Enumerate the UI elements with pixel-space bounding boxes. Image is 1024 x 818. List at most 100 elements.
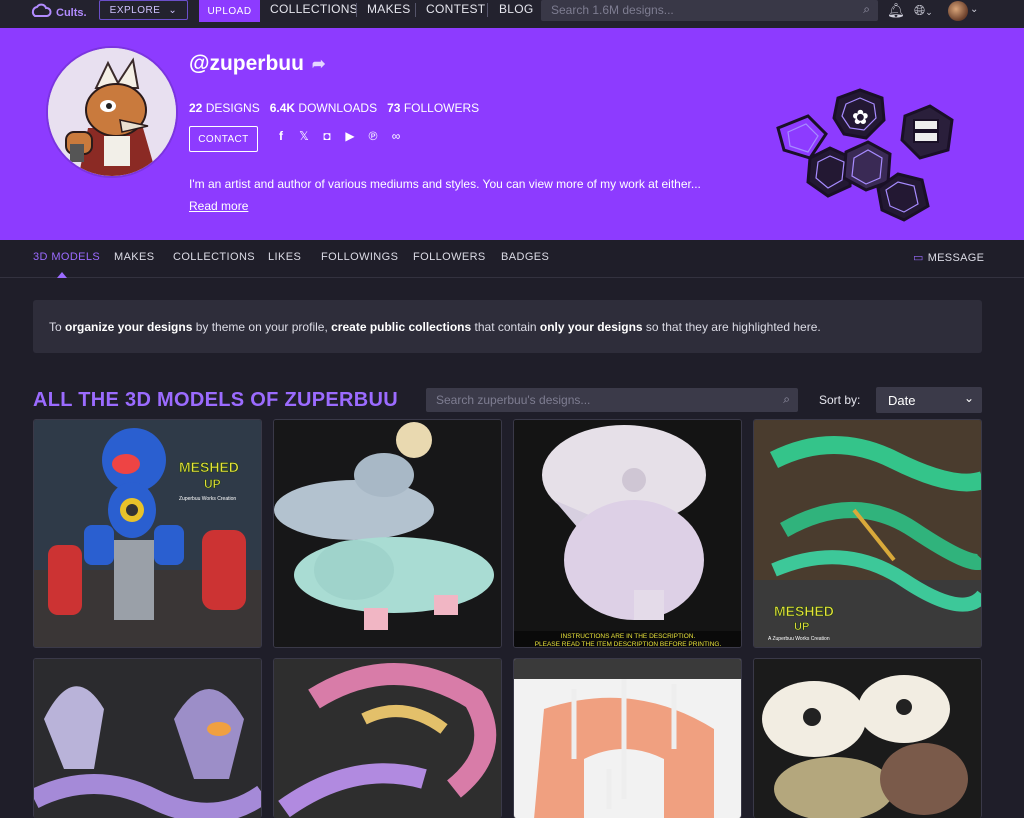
badge-flower-glyph: ✿: [852, 105, 869, 129]
share-icon[interactable]: ➦: [312, 54, 325, 74]
design-thumbnail: [754, 659, 981, 818]
profile-handle: @zuperbuu ➦: [189, 52, 325, 76]
designs-count: 22: [189, 101, 203, 115]
tip-text: by theme on your profile,: [192, 320, 332, 334]
tab-followings[interactable]: FOLLOWINGS: [321, 251, 398, 263]
link-icon[interactable]: ∞: [389, 129, 403, 143]
sort-select[interactable]: Date ⌄: [876, 387, 982, 413]
nav-separator: [356, 3, 357, 17]
tip-text: To: [49, 320, 66, 334]
search-icon[interactable]: ⌕: [863, 2, 870, 17]
tab-makes[interactable]: MAKES: [114, 251, 155, 263]
cults-logo[interactable]: Cults.: [30, 2, 87, 24]
tip-bold: organize your designs: [65, 320, 193, 334]
design-thumbnail: MESHED UP A Zuperbuu Works Creation: [754, 420, 981, 647]
contact-button[interactable]: CONTACT: [189, 126, 258, 152]
search-icon[interactable]: ⌕: [783, 392, 790, 407]
designs-search-placeholder: Search zuperbuu's designs...: [436, 393, 591, 407]
design-thumbnail: INSTRUCTIONS ARE IN THE DESCRIPTION. PLE…: [514, 420, 741, 647]
stat-downloads: 6.4K DOWNLOADS: [270, 101, 377, 115]
global-search-input[interactable]: Search 1.6M designs... ⌕: [541, 0, 878, 21]
chevron-down-icon: ⌄: [963, 391, 974, 405]
design-card[interactable]: [273, 658, 502, 818]
design-card[interactable]: [513, 658, 742, 818]
design-card[interactable]: [33, 658, 262, 818]
tab-likes[interactable]: LIKES: [268, 251, 301, 263]
profile-tabs: 3D MODELS MAKES COLLECTIONS LIKES FOLLOW…: [0, 240, 1024, 278]
nav-link-blog[interactable]: BLOG: [499, 2, 534, 16]
design-card[interactable]: MESHED UP A Zuperbuu Works Creation: [753, 419, 982, 648]
tip-text: that contain: [471, 320, 540, 334]
svg-text:MESHED: MESHED: [179, 459, 239, 475]
tab-badges[interactable]: BADGES: [501, 251, 549, 263]
designs-label: DESIGNS: [205, 101, 260, 115]
upload-button[interactable]: UPLOAD: [199, 0, 260, 22]
message-label: MESSAGE: [927, 251, 985, 264]
profile-badges: ✿: [776, 88, 954, 222]
chevron-down-icon[interactable]: ⌄: [970, 4, 978, 15]
nav-link-collections[interactable]: COLLECTIONS: [270, 2, 358, 16]
profile-banner: @zuperbuu ➦ 22 DESIGNS 6.4K DOWNLOADS 73…: [0, 28, 1024, 240]
profile-avatar: [46, 46, 178, 178]
x-icon[interactable]: 𝕏: [297, 129, 311, 143]
designs-search-input[interactable]: Search zuperbuu's designs... ⌕: [426, 388, 798, 412]
chevron-down-icon: ⌄: [168, 4, 178, 16]
profile-stats: 22 DESIGNS 6.4K DOWNLOADS 73 FOLLOWERS: [189, 101, 479, 115]
followers-label: FOLLOWERS: [403, 101, 480, 115]
stat-designs[interactable]: 22 DESIGNS: [189, 101, 260, 115]
sort-label: Sort by:: [819, 393, 861, 407]
design-card[interactable]: [273, 419, 502, 648]
design-card[interactable]: INSTRUCTIONS ARE IN THE DESCRIPTION. PLE…: [513, 419, 742, 648]
tip-bold: create public collections: [331, 320, 472, 334]
downloads-count: 6.4K: [269, 101, 296, 115]
facebook-icon[interactable]: f: [274, 129, 288, 143]
profile-bio: I'm an artist and author of various medi…: [189, 177, 701, 191]
followers-count: 73: [387, 101, 401, 115]
user-avatar[interactable]: [948, 1, 968, 21]
tip-bold: only your designs: [539, 320, 643, 334]
nav-link-makes[interactable]: MAKES: [367, 2, 411, 16]
collections-tip: To organize your designs by theme on you…: [33, 300, 982, 353]
nav-separator: [487, 3, 488, 17]
tab-followers[interactable]: FOLLOWERS: [413, 251, 486, 263]
tab-3d-models[interactable]: 3D MODELS: [33, 251, 100, 263]
card-caption: INSTRUCTIONS ARE IN THE DESCRIPTION.: [561, 633, 696, 640]
design-thumbnail: MESHED UP Zuperbuu Works Creation: [34, 420, 261, 647]
social-links: f 𝕏 ◘ ▶ ℗ ∞: [274, 129, 403, 143]
bell-icon[interactable]: 🔔︎: [887, 2, 905, 19]
active-tab-indicator: [57, 272, 67, 278]
contact-label: CONTACT: [198, 133, 249, 145]
chat-icon: ▭: [913, 252, 924, 264]
sort-value: Date: [888, 393, 916, 408]
avatar-illustration: [48, 48, 176, 176]
nav-link-contest[interactable]: CONTEST: [426, 2, 485, 16]
globe-icon[interactable]: 🌐︎⌄: [914, 2, 933, 19]
design-thumbnail: [34, 659, 261, 818]
brand-name: Cults.: [56, 7, 87, 19]
top-navbar: Cults. EXPLORE ⌄ UPLOAD COLLECTIONS MAKE…: [0, 0, 1024, 28]
stat-followers[interactable]: 73 FOLLOWERS: [387, 101, 479, 115]
instagram-icon[interactable]: ◘: [320, 129, 334, 143]
svg-text:UP: UP: [204, 477, 221, 491]
nav-separator: [415, 3, 416, 17]
handle-text: @zuperbuu: [189, 52, 304, 75]
design-card[interactable]: [753, 658, 982, 818]
downloads-label: DOWNLOADS: [298, 101, 378, 115]
explore-label: EXPLORE: [109, 4, 161, 16]
svg-text:Zuperbuu Works Creation: Zuperbuu Works Creation: [179, 496, 236, 502]
design-thumbnail: [274, 420, 501, 647]
tip-text: so that they are highlighted here.: [642, 320, 821, 334]
design-card[interactable]: MESHED UP Zuperbuu Works Creation: [33, 419, 262, 648]
cults-logo-icon: [31, 3, 52, 17]
design-thumbnail: [274, 659, 501, 818]
design-thumbnail: [514, 659, 741, 818]
tab-collections[interactable]: COLLECTIONS: [173, 251, 255, 263]
svg-text:A Zuperbuu Works Creation: A Zuperbuu Works Creation: [768, 636, 830, 642]
svg-text:UP: UP: [794, 621, 809, 633]
youtube-icon[interactable]: ▶: [343, 129, 357, 143]
read-more-link[interactable]: Read more: [189, 199, 248, 213]
patreon-icon[interactable]: ℗: [366, 129, 380, 143]
explore-button[interactable]: EXPLORE ⌄: [99, 0, 188, 20]
svg-text:MESHED: MESHED: [774, 603, 834, 619]
message-button[interactable]: ▭ MESSAGE: [913, 251, 985, 265]
